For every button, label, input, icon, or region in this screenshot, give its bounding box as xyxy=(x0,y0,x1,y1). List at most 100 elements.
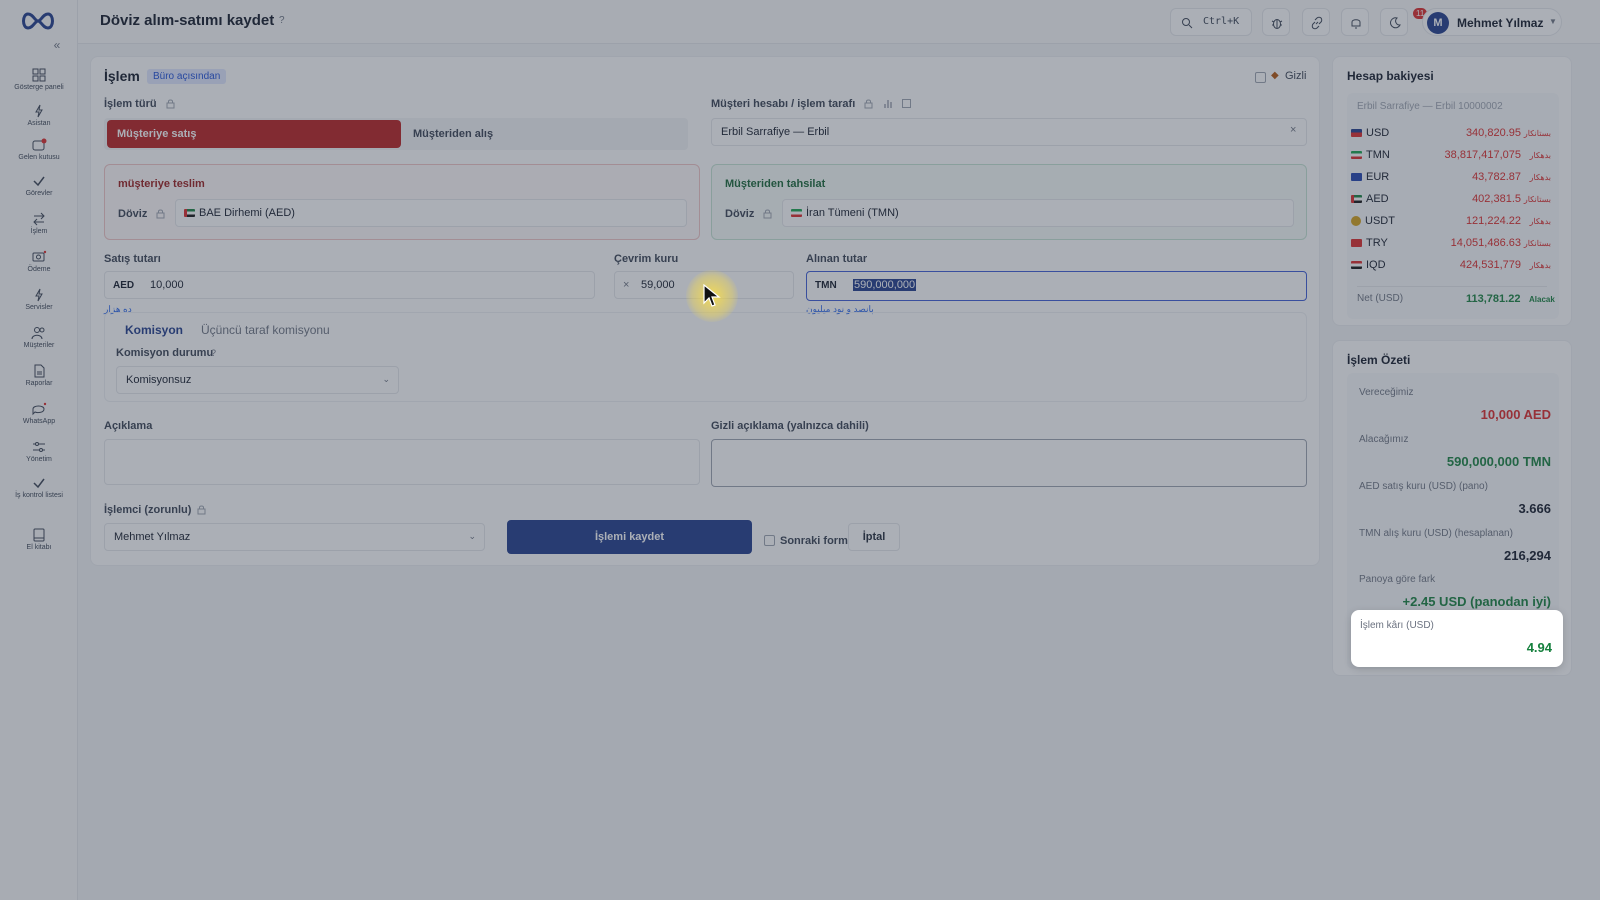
rate-value: 59,000 xyxy=(641,279,675,291)
sidebar-item-payment[interactable]: Ödeme xyxy=(6,250,72,273)
sidebar-item-handbook[interactable]: El kitabı xyxy=(6,528,72,551)
sidebar-item-dashboard[interactable]: Gösterge paneli xyxy=(6,68,72,91)
bell-icon xyxy=(1351,19,1361,29)
type-sell-to-customer-button[interactable]: Müşteriye satış xyxy=(107,120,401,148)
sidebar-item-whatsapp[interactable]: WhatsApp xyxy=(6,402,72,425)
lock-icon xyxy=(166,99,175,109)
sidebar: « Gösterge paneli Asistan Gelen kutusu G… xyxy=(0,0,78,900)
copy-icon[interactable] xyxy=(901,98,912,109)
sidebar-item-label: Asistan xyxy=(27,120,51,127)
net-label: Net (USD) xyxy=(1357,293,1404,304)
account-select[interactable]: Erbil Sarrafiye — Erbil xyxy=(711,118,1307,146)
balance-direction: بدهکار xyxy=(1529,151,1551,160)
diff-value: +2.45 USD (panodan iyi) xyxy=(1402,594,1551,609)
profit-value: 4.94 xyxy=(1526,640,1552,655)
balance-row-aed: AED 402,381.5 بستانکار xyxy=(1351,191,1551,209)
help-icon[interactable]: ? xyxy=(279,15,285,26)
aed-rate-label: AED satış kuru (USD) (pano) xyxy=(1359,481,1488,492)
chart-icon[interactable] xyxy=(883,98,894,109)
sale-amount-input[interactable]: AED 10,000 xyxy=(104,271,595,299)
search-icon xyxy=(1182,18,1193,29)
hidden-description-label: Gizli açıklama (yalnızca dahili) xyxy=(711,420,869,432)
page-title: Döviz alım-satımı kaydet xyxy=(100,12,275,29)
infinity-logo-icon[interactable] xyxy=(20,10,56,32)
currency-code: USD xyxy=(1366,127,1390,139)
link-button[interactable] xyxy=(1302,8,1330,36)
balance-row-tmn: TMN 38,817,417,075 بدهکار xyxy=(1351,147,1551,165)
balance-amount: 38,817,417,075 xyxy=(1444,149,1521,161)
save-transaction-button[interactable]: İşlemi kaydet xyxy=(507,520,752,554)
currency-code: IQD xyxy=(1366,259,1386,271)
sidebar-item-management[interactable]: Yönetim xyxy=(6,440,72,463)
multiply-icon: × xyxy=(623,279,630,291)
type-buy-from-customer-button[interactable]: Müşteriden alış xyxy=(413,128,493,140)
chat-icon xyxy=(32,402,47,416)
tmn-rate-label: TMN alış kuru (USD) (hesaplanan) xyxy=(1359,528,1513,539)
received-amount-label: Alınan tutar xyxy=(806,253,868,265)
balance-direction: بدهکار xyxy=(1529,217,1551,226)
uae-flag-icon xyxy=(1351,195,1362,204)
theme-toggle-button[interactable] xyxy=(1380,8,1408,36)
deliver-currency-select[interactable]: BAE Dirhemi (AED) xyxy=(175,199,687,227)
search-button[interactable]: Ctrl+K xyxy=(1170,8,1252,36)
balance-direction: بدهکار xyxy=(1529,261,1551,270)
deliver-title: müşteriye teslim xyxy=(118,178,205,190)
hidden-description-textarea[interactable] xyxy=(711,439,1307,487)
currency-code: USDT xyxy=(1365,215,1395,227)
sidebar-item-customers[interactable]: Müşteriler xyxy=(6,326,72,349)
operator-select[interactable]: Mehmet Yılmaz ⌄ xyxy=(104,523,485,551)
help-icon[interactable]: ? xyxy=(211,348,216,358)
collapse-sidebar-icon[interactable]: « xyxy=(50,38,64,52)
rate-label: Çevrim kuru xyxy=(614,253,679,265)
chevron-down-icon: ⌄ xyxy=(382,374,390,384)
sidebar-item-inbox[interactable]: Gelen kutusu xyxy=(6,138,72,161)
debug-button[interactable] xyxy=(1262,8,1290,36)
notifications-button[interactable] xyxy=(1341,8,1369,36)
lock-icon xyxy=(197,505,206,515)
sidebar-item-assistant[interactable]: Asistan xyxy=(6,104,72,127)
lock-icon xyxy=(763,209,772,219)
commission-status-select[interactable]: Komisyonsuz ⌄ xyxy=(116,366,399,394)
hidden-checkbox[interactable] xyxy=(1255,72,1266,83)
link-icon xyxy=(1311,16,1323,30)
bolt-icon xyxy=(35,288,43,302)
sidebar-item-tasks[interactable]: Görevler xyxy=(6,174,72,197)
collect-currency-select[interactable]: İran Tümeni (TMN) xyxy=(782,199,1294,227)
clear-account-icon[interactable]: × xyxy=(1290,124,1296,136)
net-value: 113,781.22 xyxy=(1466,293,1521,305)
receive-label: Alacağımız xyxy=(1359,434,1409,445)
balance-direction: بدهکار xyxy=(1529,173,1551,182)
sidebar-item-label: Görevler xyxy=(25,190,53,197)
next-form-checkbox[interactable] xyxy=(764,535,775,546)
search-shortcut: Ctrl+K xyxy=(1203,16,1240,27)
operator-value: Mehmet Yılmaz xyxy=(114,531,191,543)
tab-third-party-commission[interactable]: Üçüncü taraf komisyonu xyxy=(201,323,330,337)
cancel-button[interactable]: İptal xyxy=(848,523,900,551)
tab-commission[interactable]: Komisyon xyxy=(125,323,183,337)
balance-direction: بستانکار xyxy=(1523,129,1551,138)
check-icon xyxy=(33,176,45,187)
eu-flag-icon xyxy=(1351,173,1362,182)
give-label: Vereceğimiz xyxy=(1359,387,1414,398)
turkey-flag-icon xyxy=(1351,239,1362,248)
operator-label: İşlemci (zorunlu) xyxy=(104,504,192,516)
sidebar-item-transaction[interactable]: İşlem xyxy=(6,212,72,235)
received-amount-input[interactable]: TMN 590,000,000 xyxy=(806,271,1307,301)
user-menu[interactable]: M Mehmet Yılmaz ▼ xyxy=(1422,8,1562,36)
sidebar-item-services[interactable]: Servisler xyxy=(6,288,72,311)
description-textarea[interactable] xyxy=(104,439,700,485)
balance-amount: 424,531,779 xyxy=(1459,259,1521,271)
diff-label: Panoya göre fark xyxy=(1359,574,1436,585)
inbox-icon xyxy=(32,138,47,151)
sidebar-item-reports[interactable]: Raporlar xyxy=(6,364,72,387)
bug-icon xyxy=(1271,19,1283,29)
sidebar-item-checklist[interactable]: İş kontrol listesi xyxy=(6,476,72,499)
sidebar-item-label: İşlem xyxy=(30,228,48,235)
collect-box: Müşteriden tahsilat Döviz İran Tümeni (T… xyxy=(711,164,1307,240)
commission-panel: Komisyon Üçüncü taraf komisyonu Komisyon… xyxy=(104,312,1307,402)
balance-amount: 402,381.5 xyxy=(1472,193,1521,205)
account-balance-card: Hesap bakiyesi Erbil Sarrafiye — Erbil 1… xyxy=(1332,56,1572,326)
sale-amount-value: 10,000 xyxy=(150,279,184,291)
mouse-pointer-icon xyxy=(703,284,721,307)
deliver-currency-value: BAE Dirhemi (AED) xyxy=(199,207,295,219)
